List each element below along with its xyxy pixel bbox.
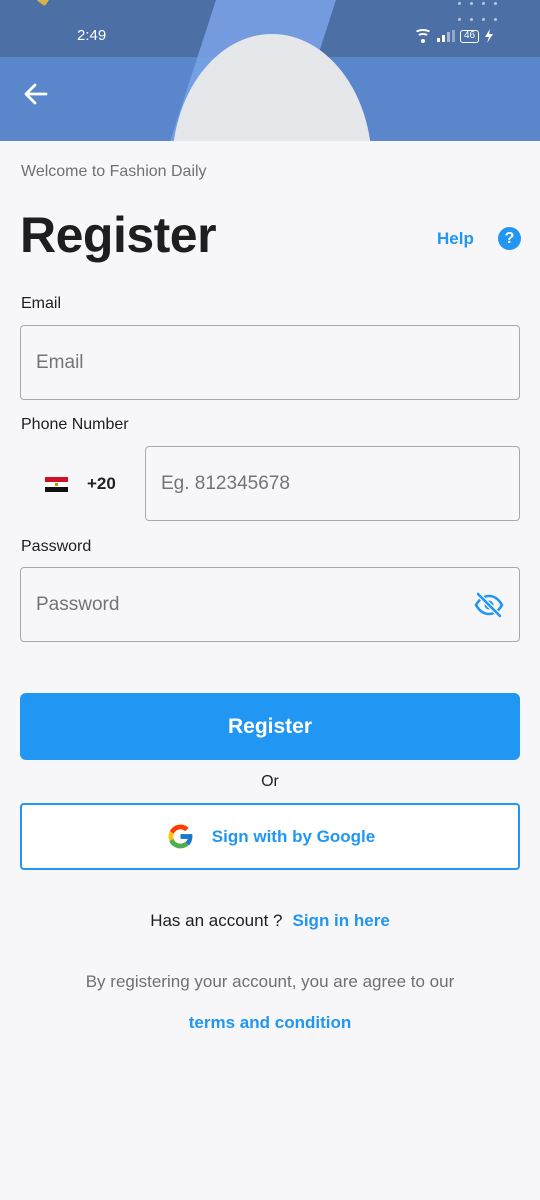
help-question-icon[interactable]: ? [498,227,521,250]
country-code-selector[interactable]: +20 [45,470,145,498]
email-label: Email [21,295,62,312]
sign-in-prompt: Has an account ? Sign in here [0,911,540,931]
country-dial-code: +20 [87,474,116,493]
sign-in-link[interactable]: Sign in here [293,911,390,931]
battery-level: 46 [464,30,476,41]
phone-field-box [145,446,520,521]
password-input[interactable] [21,568,519,641]
password-field-box [20,567,520,642]
battery-icon: 46 [460,29,480,43]
google-button-label: Sign with by Google [211,826,376,846]
google-sign-in-button[interactable]: Sign with by Google [20,803,520,870]
header-decoration-dots [456,0,500,22]
status-icons: 46 [414,27,494,45]
help-link[interactable]: Help [437,229,474,249]
wifi-icon [414,29,432,43]
welcome-text: Welcome to Fashion Daily [21,163,207,180]
phone-label: Phone Number [21,416,129,433]
google-logo-icon [168,824,193,849]
back-arrow-icon[interactable] [22,80,50,108]
agreement-text: By registering your account, you are agr… [85,972,455,991]
visibility-off-icon[interactable] [474,591,504,619]
password-label: Password [21,538,92,555]
page-title: Register [20,207,217,263]
charging-icon [485,29,494,43]
register-button[interactable]: Register [20,693,520,760]
or-divider-text: Or [261,773,279,790]
terms-link[interactable]: terms and condition [0,1013,540,1033]
egypt-flag-icon [45,476,68,492]
phone-input[interactable] [146,447,519,520]
signal-icon [437,30,455,42]
has-account-text: Has an account ? [150,911,283,930]
header-banner [0,0,540,141]
email-input[interactable] [21,326,519,399]
email-field-box [20,325,520,400]
status-time: 2:49 [77,27,107,44]
